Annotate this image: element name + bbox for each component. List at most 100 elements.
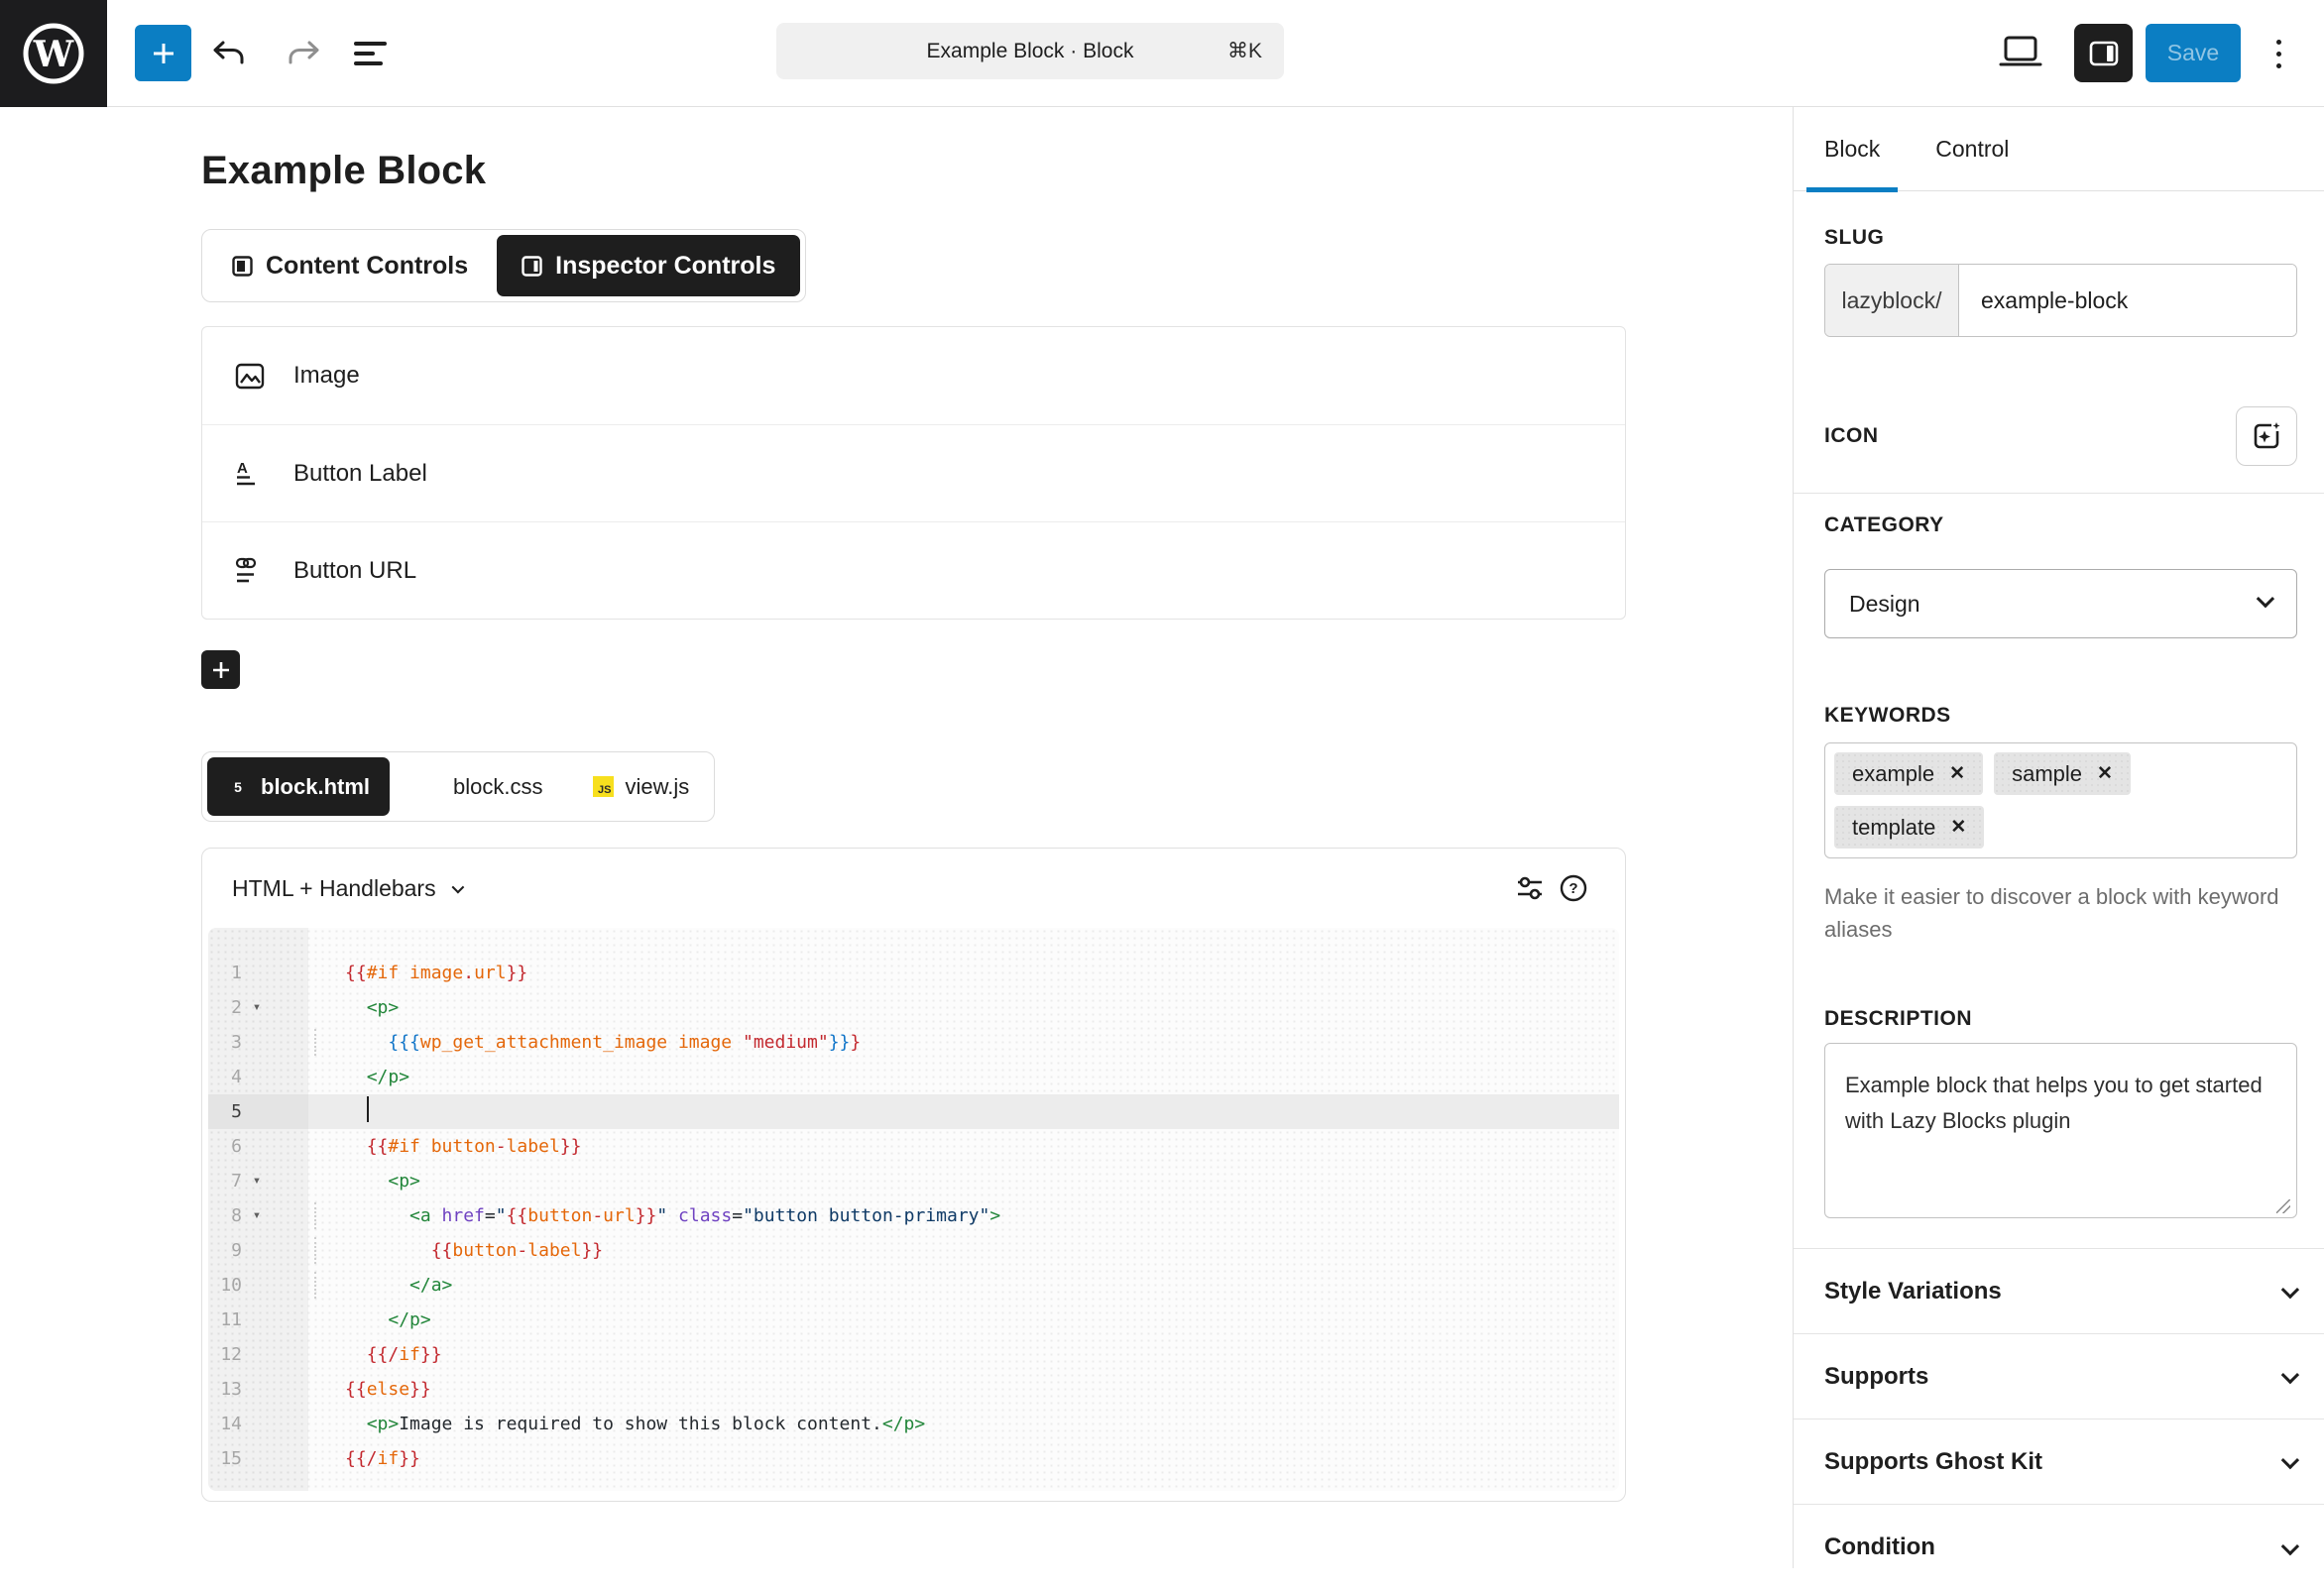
- options-menu-button[interactable]: [2257, 26, 2300, 81]
- fold-gutter: [242, 1407, 272, 1441]
- editor-settings-button[interactable]: [1508, 866, 1552, 910]
- tab-block-html[interactable]: 5 block.html: [207, 757, 390, 816]
- code-textarea[interactable]: 1{{#if image.url}}2▾ <p>3 {{{wp_get_atta…: [208, 928, 1619, 1491]
- icon-picker-button[interactable]: [2236, 406, 2297, 466]
- slug-field: lazyblock/: [1824, 264, 2297, 337]
- keyword-tag: example ✕: [1834, 752, 1983, 795]
- url-field-icon: [235, 557, 265, 585]
- chevron-down-icon: [2281, 1281, 2299, 1299]
- editor-help-button[interactable]: ?: [1552, 866, 1595, 910]
- command-palette[interactable]: Example Block · Block ⌘K: [776, 23, 1284, 79]
- fold-gutter: [242, 956, 272, 990]
- image-sparkle-icon: [2251, 420, 2282, 452]
- controls-list: Image A Button Label: [201, 326, 1626, 620]
- fold-gutter: [242, 1303, 272, 1337]
- remove-tag-icon[interactable]: ✕: [1950, 818, 1966, 837]
- sliders-icon: [1515, 874, 1545, 902]
- fold-arrow-icon[interactable]: ▾: [242, 1164, 272, 1198]
- sidebar-tabs: Block Control: [1794, 107, 2324, 191]
- indent-guide: [314, 1237, 316, 1264]
- code-line: 6 {{#if button-label}}: [208, 1129, 1619, 1164]
- svg-text:A: A: [237, 460, 248, 477]
- code-line: 14 <p>Image is required to show this blo…: [208, 1407, 1619, 1441]
- page-title: Example Block: [201, 107, 1626, 193]
- control-row-image[interactable]: Image: [202, 327, 1625, 424]
- keywords-label: KEYWORDS: [1824, 704, 2297, 728]
- code-editor: HTML + Handlebars: [201, 848, 1626, 1502]
- slug-input[interactable]: [1959, 265, 2296, 336]
- tab-inspector-controls[interactable]: Inspector Controls: [497, 235, 800, 296]
- tab-block-css[interactable]: 3 block.css: [400, 757, 562, 816]
- control-row-button-url[interactable]: Button URL: [202, 521, 1625, 619]
- remove-tag-icon[interactable]: ✕: [2097, 764, 2113, 783]
- control-label: Button URL: [293, 557, 416, 585]
- keywords-field[interactable]: example ✕ sample ✕ template ✕: [1824, 742, 2297, 858]
- slug-prefix: lazyblock/: [1825, 265, 1959, 336]
- keyword-tag: template ✕: [1834, 806, 1984, 849]
- section-supports[interactable]: Supports: [1794, 1334, 2324, 1420]
- controls-placement-tabs: Content Controls Inspector Controls: [201, 229, 806, 302]
- text-cursor: [367, 1096, 369, 1122]
- line-number: 15: [208, 1441, 242, 1476]
- undo-icon: [211, 39, 245, 68]
- tab-content-controls[interactable]: Content Controls: [207, 235, 493, 296]
- resize-handle[interactable]: [2276, 1199, 2290, 1213]
- category-select[interactable]: Design: [1824, 569, 2297, 638]
- description-label: DESCRIPTION: [1824, 1007, 2297, 1031]
- image-icon: [235, 363, 265, 390]
- line-number: 3: [208, 1025, 242, 1060]
- description-textarea[interactable]: Example block that helps you to get star…: [1824, 1043, 2297, 1218]
- wordpress-icon: W: [22, 22, 85, 85]
- remove-tag-icon[interactable]: ✕: [1949, 764, 1965, 783]
- css3-icon: 3: [419, 774, 441, 799]
- fold-arrow-icon[interactable]: ▾: [242, 1198, 272, 1233]
- section-condition[interactable]: Condition: [1794, 1505, 2324, 1590]
- document-overview-button[interactable]: [349, 32, 393, 75]
- document-title: Example Block · Block: [927, 40, 1134, 63]
- tab-control[interactable]: Control: [1917, 107, 2027, 191]
- preview-button[interactable]: [1999, 30, 2042, 73]
- description-field: Example block that helps you to get star…: [1824, 1043, 2297, 1223]
- line-number: 8: [208, 1198, 242, 1233]
- html5-icon: 5: [227, 774, 249, 799]
- plus-icon: [149, 39, 178, 68]
- syntax-mode-select[interactable]: HTML + Handlebars: [232, 875, 461, 902]
- undo-button[interactable]: [206, 32, 250, 75]
- line-number: 10: [208, 1268, 242, 1303]
- section-supports-ghost-kit[interactable]: Supports Ghost Kit: [1794, 1420, 2324, 1505]
- tab-view-js[interactable]: JS view.js: [573, 757, 710, 816]
- keyboard-shortcut: ⌘K: [1227, 39, 1262, 63]
- code-line: 2▾ <p>: [208, 990, 1619, 1025]
- save-button[interactable]: Save: [2146, 24, 2241, 82]
- code-line: 8▾ <a href="{{button-url}}" class="butto…: [208, 1198, 1619, 1233]
- line-number: 13: [208, 1372, 242, 1407]
- control-label: Button Label: [293, 460, 427, 488]
- redo-button[interactable]: [283, 32, 326, 75]
- fold-gutter: [242, 1060, 272, 1094]
- slug-label: SLUG: [1824, 226, 2297, 250]
- code-line: 5: [208, 1094, 1619, 1129]
- sidebar-panel-icon: [2089, 41, 2119, 66]
- fold-gutter: [242, 1129, 272, 1164]
- settings-sidebar-toggle[interactable]: [2074, 24, 2133, 82]
- chevron-down-icon: [2257, 590, 2274, 608]
- tab-block[interactable]: Block: [1806, 107, 1898, 191]
- fold-arrow-icon[interactable]: ▾: [242, 990, 272, 1025]
- fold-gutter: [242, 1372, 272, 1407]
- wordpress-logo[interactable]: W: [0, 0, 107, 107]
- keyword-tag: sample ✕: [1994, 752, 2131, 795]
- add-control-button[interactable]: [201, 650, 240, 689]
- control-row-button-label[interactable]: A Button Label: [202, 424, 1625, 521]
- chevron-down-icon: [2281, 1536, 2299, 1554]
- control-label: Image: [293, 362, 360, 390]
- category-label: CATEGORY: [1824, 513, 2297, 537]
- top-bar: W Example Block · Block ⌘K: [0, 0, 2324, 107]
- code-line: 1{{#if image.url}}: [208, 956, 1619, 990]
- redo-icon: [288, 39, 321, 68]
- plus-icon: [210, 659, 232, 681]
- code-line: 12 {{/if}}: [208, 1337, 1619, 1372]
- block-inserter-button[interactable]: [135, 25, 191, 81]
- icon-row: ICON: [1824, 406, 2297, 466]
- line-number: 2: [208, 990, 242, 1025]
- section-style-variations[interactable]: Style Variations: [1794, 1249, 2324, 1334]
